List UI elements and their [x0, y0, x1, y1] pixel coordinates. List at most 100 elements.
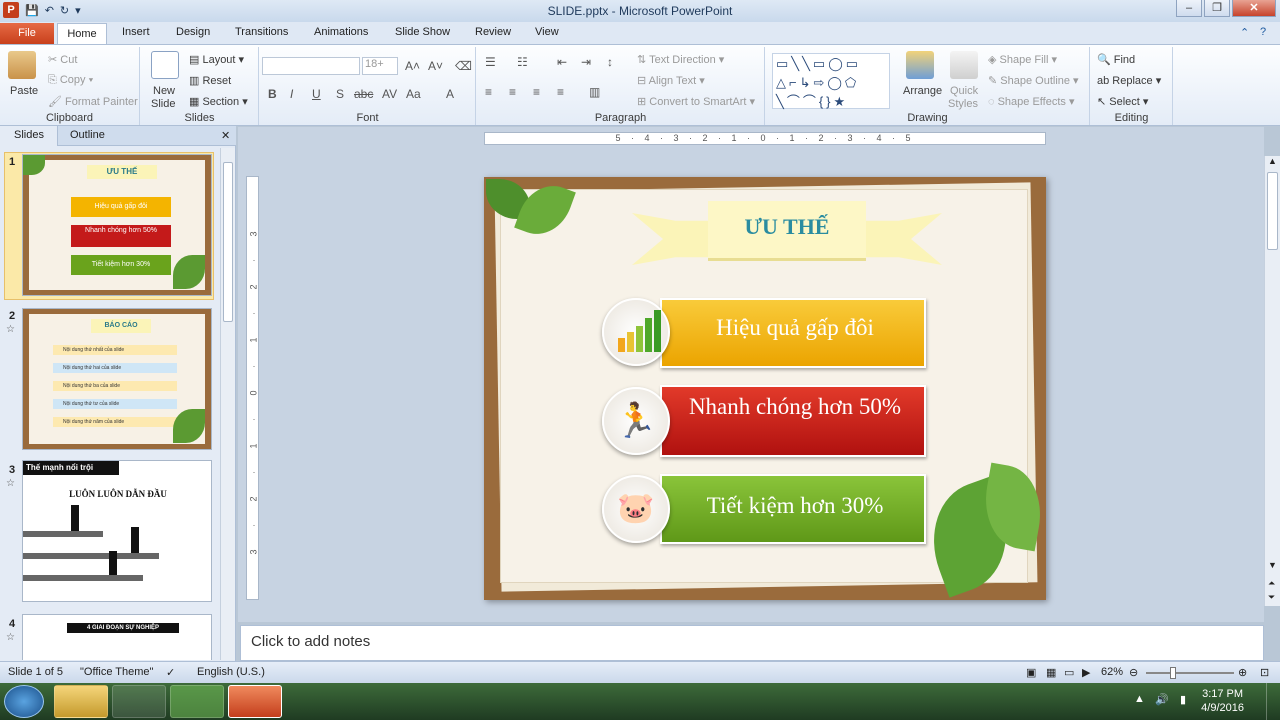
clear-formatting-icon[interactable]: ⌫ — [455, 59, 472, 73]
decrease-indent-icon[interactable]: ⇤ — [557, 55, 567, 69]
scrollbar-thumb[interactable] — [223, 162, 233, 322]
layout-button[interactable]: ▤ Layout ▾ — [189, 53, 244, 66]
next-slide-icon[interactable]: ⏷ — [1268, 592, 1275, 603]
tab-view[interactable]: View — [535, 26, 559, 38]
justify-icon[interactable]: ≡ — [557, 85, 564, 99]
tab-outline[interactable]: Outline — [70, 129, 105, 141]
normal-view-icon[interactable]: ▣ — [1026, 666, 1036, 679]
file-explorer-taskbar-icon[interactable] — [54, 685, 108, 718]
editor-scrollbar[interactable]: ▲ ▼ ⏶ ⏷ — [1264, 156, 1280, 606]
line-spacing-icon[interactable]: ↕ — [607, 55, 613, 69]
camtasia-taskbar-icon[interactable] — [170, 685, 224, 718]
slide-show-view-icon[interactable]: ▶ — [1082, 666, 1090, 679]
scroll-down-icon[interactable]: ▼ — [1268, 560, 1277, 570]
shrink-font-icon[interactable]: A˅ — [428, 59, 443, 73]
cut-button[interactable]: ✂ Cut — [48, 53, 77, 66]
quick-styles-button[interactable]: Quick — [950, 85, 978, 97]
find-button[interactable]: 🔍 Find — [1097, 53, 1135, 66]
shapes-gallery[interactable]: ▭╲╲▭◯▭ △⌐↳⇨◯⬠ ╲⌒⌒{}★ — [772, 53, 890, 109]
tab-review[interactable]: Review — [475, 26, 511, 38]
item-2-text[interactable]: Nhanh chóng hơn 50% — [680, 394, 910, 420]
shape-outline-button[interactable]: ✎ Shape Outline ▾ — [988, 74, 1079, 87]
format-painter-button[interactable]: 🖌 Format Painter — [48, 95, 138, 108]
align-left-icon[interactable]: ≡ — [485, 85, 492, 99]
restore-button[interactable]: ❐ — [1204, 0, 1230, 17]
scrollbar-thumb[interactable] — [1267, 172, 1278, 250]
quick-styles-icon[interactable] — [950, 51, 978, 79]
network-icon[interactable]: ▮ — [1180, 693, 1186, 706]
quick-styles-button-label[interactable]: Styles — [948, 98, 978, 110]
shape-effects-button[interactable]: ◌ Shape Effects ▾ — [988, 95, 1074, 108]
font-name-combobox[interactable] — [262, 57, 360, 75]
replace-button[interactable]: ab Replace ▾ — [1097, 74, 1161, 87]
minimize-button[interactable]: – — [1176, 0, 1202, 17]
zoom-slider-thumb[interactable] — [1170, 667, 1176, 679]
slide-thumbnail-2[interactable]: BÁO CÁO Nội dung thứ nhất của slide Nội … — [22, 308, 212, 450]
font-color-icon[interactable]: A — [446, 87, 454, 101]
help-icon[interactable]: ? — [1260, 26, 1266, 38]
tab-insert[interactable]: Insert — [122, 26, 150, 38]
align-right-icon[interactable]: ≡ — [533, 85, 540, 99]
change-case-icon[interactable]: Aa — [406, 87, 421, 101]
media-player-taskbar-icon[interactable] — [112, 685, 166, 718]
bold-icon[interactable]: B — [268, 87, 277, 101]
slide-thumbnail-1[interactable]: ƯU THẾ Hiệu quả gấp đôi Nhanh chóng hơn … — [22, 154, 212, 296]
volume-icon[interactable]: 🔊 — [1155, 693, 1169, 706]
new-slide-button-label[interactable]: Slide — [151, 98, 175, 110]
slide-title[interactable]: ƯU THẾ — [708, 214, 866, 240]
zoom-slider[interactable] — [1146, 672, 1234, 674]
tab-slide-show[interactable]: Slide Show — [395, 26, 450, 38]
tab-home[interactable]: Home — [57, 23, 107, 45]
slide-sorter-view-icon[interactable]: ▦ — [1046, 666, 1056, 679]
slides-pane-scrollbar[interactable] — [220, 148, 235, 660]
start-button[interactable] — [4, 685, 44, 718]
text-direction-button[interactable]: ⇅ Text Direction ▾ — [637, 53, 724, 66]
show-hidden-icons[interactable]: ▲ — [1134, 693, 1145, 705]
increase-indent-icon[interactable]: ⇥ — [581, 55, 591, 69]
zoom-level[interactable]: 62% — [1101, 666, 1123, 678]
zoom-in-icon[interactable]: ⊕ — [1238, 666, 1247, 679]
tab-slides[interactable]: Slides — [14, 129, 44, 141]
align-center-icon[interactable]: ≡ — [509, 85, 516, 99]
close-button[interactable]: ✕ — [1232, 0, 1276, 17]
select-button[interactable]: ↖ Select ▾ — [1097, 95, 1148, 108]
numbering-icon[interactable]: ☷ — [517, 55, 528, 69]
tab-file[interactable]: File — [0, 23, 54, 44]
underline-icon[interactable]: U — [312, 87, 321, 101]
tab-design[interactable]: Design — [176, 26, 210, 38]
shape-fill-button[interactable]: ◈ Shape Fill ▾ — [988, 53, 1057, 66]
new-slide-button[interactable]: New — [153, 85, 175, 97]
slide-thumbnail-3[interactable]: Thế mạnh nổi trội LUÔN LUÔN DẪN ĐẦU — [22, 460, 212, 602]
scroll-up-icon[interactable]: ▲ — [1268, 156, 1277, 166]
character-spacing-icon[interactable]: AV — [382, 87, 397, 101]
bullets-icon[interactable]: ☰ — [485, 55, 496, 69]
reset-button[interactable]: ▥ Reset — [189, 74, 231, 87]
previous-slide-icon[interactable]: ⏶ — [1268, 578, 1275, 589]
paste-button[interactable]: Paste — [10, 85, 38, 97]
arrange-button[interactable]: Arrange — [903, 85, 942, 97]
shadow-icon[interactable]: S — [336, 87, 344, 101]
language-indicator[interactable]: English (U.S.) — [197, 666, 265, 678]
copy-button[interactable]: ⎘ Copy ▾ — [48, 74, 93, 87]
align-text-button[interactable]: ⊟ Align Text ▾ — [637, 74, 705, 87]
item-3-text[interactable]: Tiết kiệm hơn 30% — [670, 493, 920, 519]
close-pane-icon[interactable]: ✕ — [221, 129, 230, 142]
notes-pane[interactable]: Click to add notes — [240, 625, 1264, 661]
show-desktop-button[interactable] — [1266, 683, 1280, 720]
spell-check-icon[interactable]: ✓ — [166, 666, 175, 679]
strikethrough-icon[interactable]: abc — [354, 87, 373, 101]
italic-icon[interactable]: I — [290, 87, 293, 101]
columns-icon[interactable]: ▥ — [589, 85, 600, 99]
item-1-text[interactable]: Hiệu quả gấp đôi — [670, 315, 920, 341]
fit-to-window-icon[interactable]: ⊡ — [1260, 666, 1269, 679]
powerpoint-taskbar-icon[interactable] — [228, 685, 282, 718]
reading-view-icon[interactable]: ▭ — [1064, 666, 1074, 679]
theme-name[interactable]: "Office Theme" — [80, 666, 153, 678]
slide-thumbnail-4[interactable]: 4 GIAI ĐOẠN SỰ NGHIỆP — [22, 614, 212, 660]
grow-font-icon[interactable]: A˄ — [405, 59, 420, 73]
font-size-combobox[interactable]: 18+ — [362, 57, 398, 75]
tab-transitions[interactable]: Transitions — [235, 26, 288, 38]
current-slide[interactable]: ƯU THẾ Hiệu quả gấp đôi Nhanh chóng hơn … — [484, 176, 1049, 600]
paste-icon[interactable] — [8, 51, 36, 79]
section-button[interactable]: ▦ Section ▾ — [189, 95, 248, 108]
